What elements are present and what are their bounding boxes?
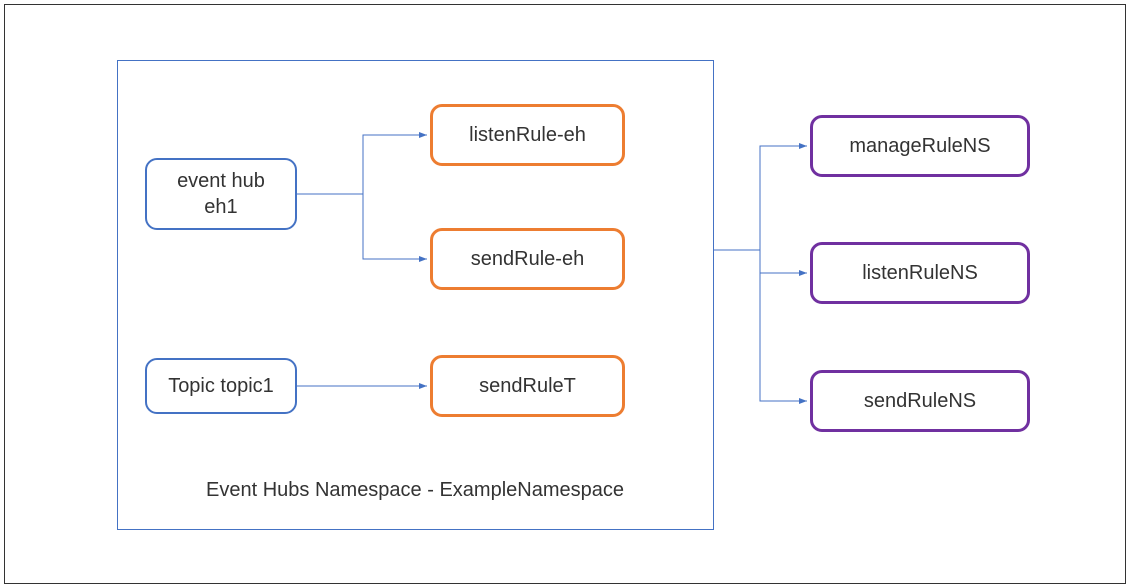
listen-rule-ns-node: listenRuleNS (810, 242, 1030, 304)
send-rule-ns-node: sendRuleNS (810, 370, 1030, 432)
eventhub-node: event hub eh1 (145, 158, 297, 230)
namespace-label: Event Hubs Namespace - ExampleNamespace (200, 479, 630, 502)
listen-rule-eh-node: listenRule-eh (430, 104, 625, 166)
send-rule-t-node: sendRuleT (430, 355, 625, 417)
topic-node: Topic topic1 (145, 358, 297, 414)
manage-rule-ns-node: manageRuleNS (810, 115, 1030, 177)
send-rule-eh-node: sendRule-eh (430, 228, 625, 290)
